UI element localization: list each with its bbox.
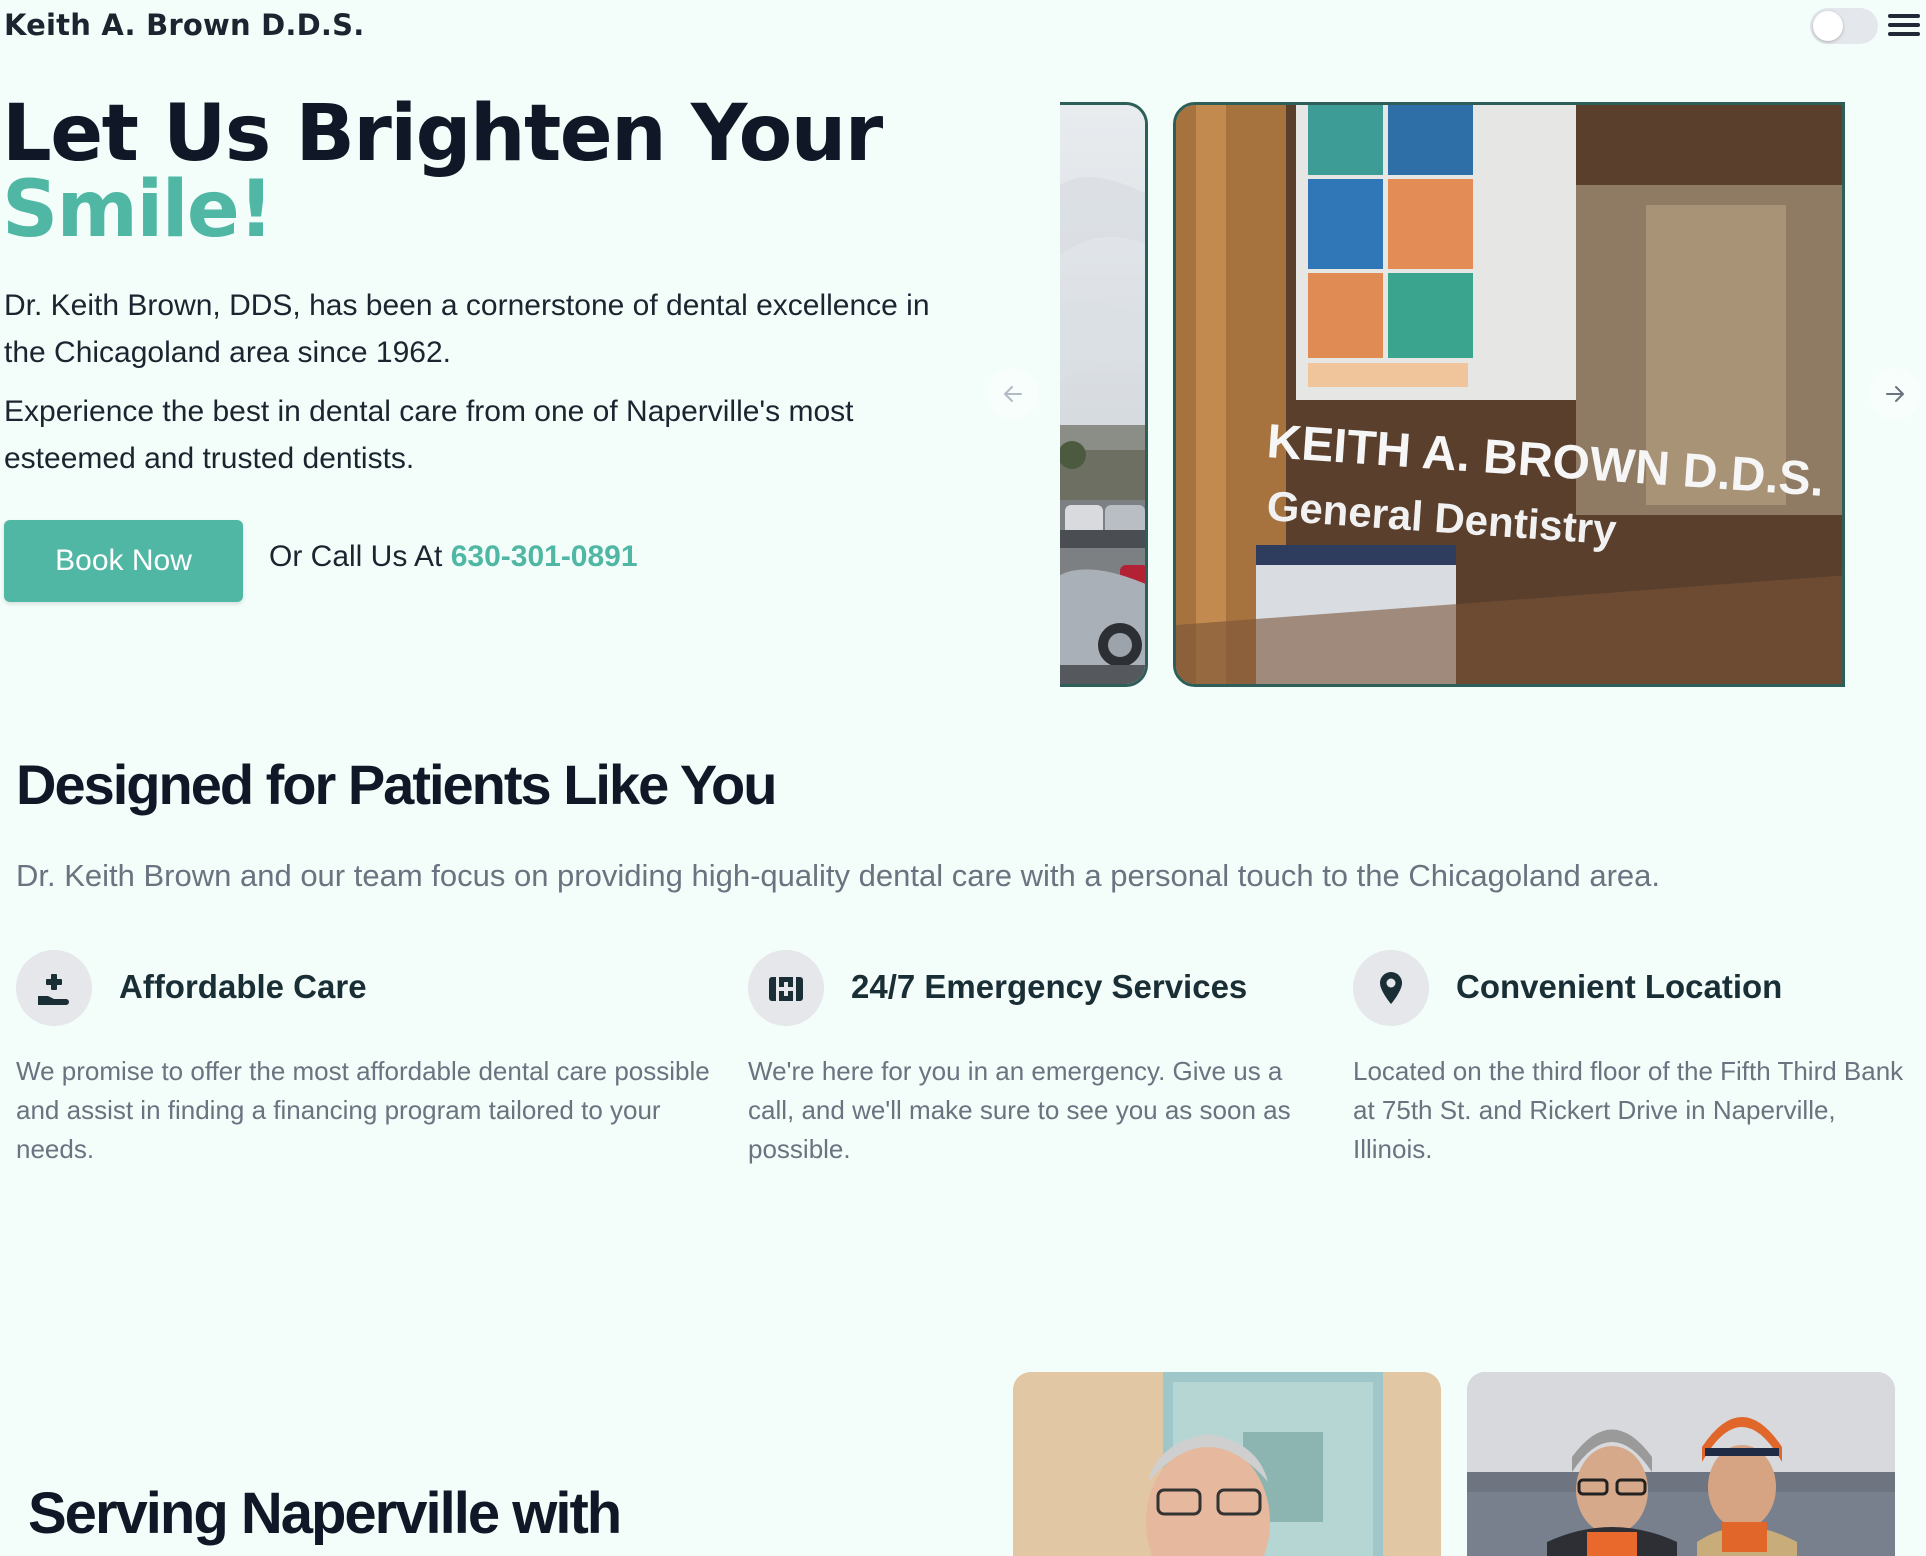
- feature-description: We promise to offer the most affordable …: [16, 1056, 710, 1164]
- location-pin-icon: [1353, 950, 1429, 1026]
- hamburger-icon[interactable]: [1888, 10, 1920, 42]
- feature-emergency-services: 24/7 Emergency Services We're here for y…: [748, 950, 1291, 1164]
- page: Keith A. Brown D.D.S. Let Us Brighten Yo…: [0, 0, 1926, 1556]
- call-us-text: Or Call Us At 630-301-0891: [269, 540, 638, 574]
- feature-title: Convenient Location: [1456, 968, 1783, 1005]
- call-prefix: Or Call Us At: [269, 540, 443, 573]
- medical-kit-icon: [748, 950, 824, 1026]
- feature-description: Located on the third floor of the Fifth …: [1353, 1056, 1904, 1164]
- book-now-button[interactable]: Book Now: [4, 520, 243, 602]
- hero-paragraph-history: Dr. Keith Brown, DDS, has been a corners…: [4, 289, 930, 369]
- arrow-left-icon[interactable]: [987, 368, 1039, 420]
- hand-plus-icon: [16, 950, 92, 1026]
- parking-lot-photo: [1060, 105, 1145, 684]
- hero-title-accent: Smile!: [2, 165, 274, 255]
- features-section-title: Designed for Patients Like You: [16, 753, 777, 816]
- phone-link[interactable]: 630-301-0891: [451, 540, 638, 573]
- stadium-fans-photo: [1467, 1372, 1895, 1556]
- carousel-slide-previous: [1060, 102, 1148, 687]
- feature-title: 24/7 Emergency Services: [851, 968, 1248, 1005]
- theme-toggle[interactable]: [1810, 8, 1878, 44]
- carousel-slide-current: KEITH A. BROWN D.D.S. General Dentistry: [1173, 102, 1845, 687]
- brand-logo[interactable]: Keith A. Brown D.D.S.: [4, 8, 364, 42]
- dentist-portrait-photo: [1013, 1372, 1441, 1556]
- feature-title: Affordable Care: [119, 968, 367, 1005]
- feature-description: We're here for you in an emergency. Give…: [748, 1056, 1291, 1164]
- features-section-subtitle: Dr. Keith Brown and our team focus on pr…: [16, 858, 1660, 893]
- hero-title: Let Us Brighten Your Smile!: [2, 95, 883, 255]
- serving-section-title: Serving Naperville with: [28, 1481, 622, 1546]
- toggle-knob: [1813, 11, 1843, 41]
- feature-convenient-location: Convenient Location Located on the third…: [1353, 950, 1903, 1164]
- feature-affordable-care: Affordable Care We promise to offer the …: [16, 950, 710, 1164]
- office-door-photo: KEITH A. BROWN D.D.S. General Dentistry: [1176, 105, 1842, 684]
- hero-paragraph-experience: Experience the best in dental care from …: [4, 395, 854, 475]
- arrow-right-icon[interactable]: [1869, 368, 1921, 420]
